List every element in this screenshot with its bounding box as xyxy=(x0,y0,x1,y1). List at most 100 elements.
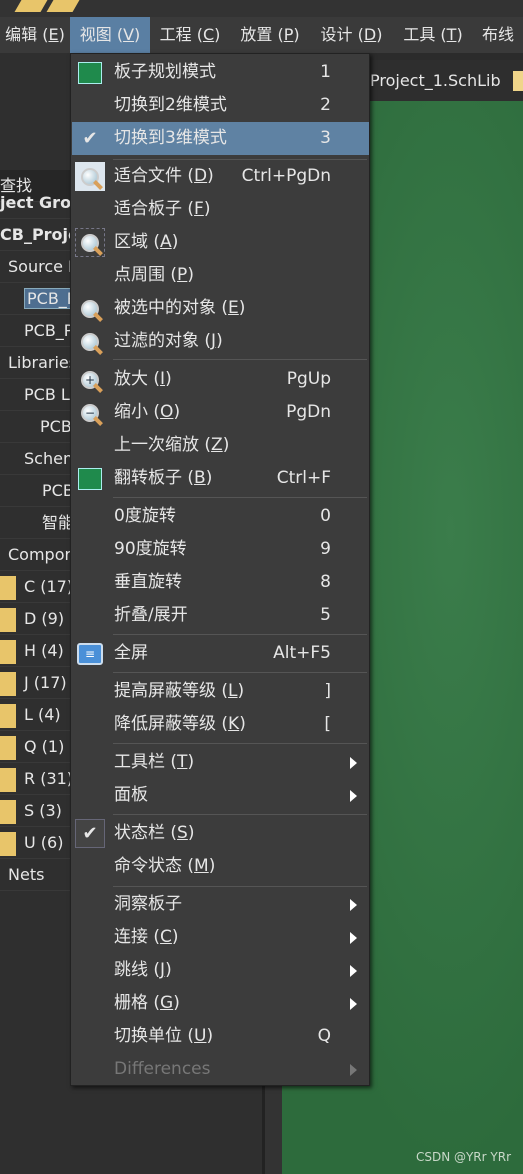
menu-item-text: 降低屏蔽等级 xyxy=(114,714,216,734)
menu-item-label: 适合文件 (D) xyxy=(114,166,214,186)
menu-item-22[interactable]: 状态栏 (S) ✔ xyxy=(72,817,369,850)
folder-icon[interactable] xyxy=(46,0,80,12)
mnemonic-key: P xyxy=(283,25,294,44)
menu-item-label: 90度旋转 xyxy=(114,533,187,566)
watermark: CSDN @YRr YRr xyxy=(415,1150,511,1164)
menu-separator xyxy=(113,886,367,887)
menu-2[interactable]: 工程 (C) xyxy=(150,17,230,53)
submenu-arrow-icon xyxy=(350,790,357,802)
menu-item-text: 洞察板子 xyxy=(114,894,182,914)
menu-item-text: 适合文件 xyxy=(114,166,182,186)
submenu-arrow-icon xyxy=(350,932,357,944)
menu-item-11[interactable]: 上一次缩放 (Z) xyxy=(72,429,369,462)
menu-label: 放置 xyxy=(240,25,273,44)
menu-0[interactable]: 编辑 (E) xyxy=(0,17,70,53)
menu-item-label: 全屏 xyxy=(114,637,148,670)
menu-label: 编辑 xyxy=(5,25,38,44)
shortcut: 8 xyxy=(320,572,331,592)
menu-item-29[interactable]: Differences xyxy=(72,1053,369,1086)
menu-item-label: 点周围 (P) xyxy=(114,265,194,285)
menu-item-18[interactable]: 提高屏蔽等级 (L)] xyxy=(72,675,369,708)
open-folder-icon[interactable] xyxy=(14,0,48,12)
menu-item-label: 切换到3维模式 xyxy=(114,122,227,155)
menu-item-label: 过滤的对象 (J) xyxy=(114,331,223,351)
submenu-arrow-icon xyxy=(350,1064,357,1076)
menu-6[interactable]: 布线 xyxy=(473,17,523,53)
menu-item-20[interactable]: 工具栏 (T) xyxy=(72,746,369,779)
menu-item-label: Differences xyxy=(114,1053,211,1086)
menu-item-15[interactable]: 垂直旋转 8 xyxy=(72,566,369,599)
menu-item-text: 板子规划模式 xyxy=(114,62,216,82)
shortcut: 3 xyxy=(320,128,331,148)
menu-4[interactable]: 设计 (D) xyxy=(310,17,393,53)
menu-item-text: 切换到3维模式 xyxy=(114,128,227,148)
menu-item-5[interactable]: 区域 (A) xyxy=(72,226,369,259)
menu-item-8[interactable]: 过滤的对象 (J) xyxy=(72,325,369,358)
mnemonic-key: S xyxy=(177,823,188,843)
menu-item-17[interactable]: 全屏 Alt+F5 ≡ xyxy=(72,637,369,670)
tree-item-label: S (3) xyxy=(24,801,62,820)
menu-item-2[interactable]: 切换到3维模式 3 ✔ xyxy=(72,122,369,155)
shortcut: 1 xyxy=(320,62,331,82)
menu-item-text: Differences xyxy=(114,1059,211,1079)
menu-item-28[interactable]: 切换单位 (U) Q xyxy=(72,1020,369,1053)
mnemonic-key: T xyxy=(446,25,457,44)
menu-item-text: 垂直旋转 xyxy=(114,572,182,592)
menu-item-label: 缩小 (O) xyxy=(114,402,181,422)
menu-item-label: 状态栏 (S) xyxy=(114,823,195,843)
menu-item-label: 降低屏蔽等级 (K) xyxy=(114,714,246,734)
menu-item-6[interactable]: 点周围 (P) xyxy=(72,259,369,292)
menu-item-13[interactable]: 0度旋转 0 xyxy=(72,500,369,533)
tree-item-label: H (4) xyxy=(24,641,64,660)
menu-separator xyxy=(113,359,367,360)
menu-item-25[interactable]: 连接 (C) xyxy=(72,921,369,954)
document-tabs: Project_1.SchLib xyxy=(369,60,523,101)
menu-1[interactable]: 视图 (V) xyxy=(70,17,150,53)
menu-item-9[interactable]: 放大 (I) PgUp + xyxy=(72,363,369,396)
menu-item-12[interactable]: 翻转板子 (B) Ctrl+F xyxy=(72,462,369,495)
menu-item-21[interactable]: 面板 xyxy=(72,779,369,812)
tab-schlib[interactable]: Project_1.SchLib xyxy=(370,71,501,90)
menu-item-label: 工具栏 (T) xyxy=(114,752,195,772)
menu-3[interactable]: 放置 (P) xyxy=(230,17,310,53)
zoom-filtered-icon xyxy=(75,327,105,356)
mnemonic-key: G xyxy=(160,993,174,1013)
menu-item-19[interactable]: 降低屏蔽等级 (K) [ xyxy=(72,708,369,741)
tree-item-label: C (17) xyxy=(24,577,74,596)
menu-item-23[interactable]: 命令状态 (M) xyxy=(72,850,369,883)
shortcut: 9 xyxy=(320,539,331,559)
menu-item-text: 连接 xyxy=(114,927,148,947)
menu-item-0[interactable]: 板子规划模式 1 xyxy=(72,56,369,89)
menu-5[interactable]: 工具 (T) xyxy=(393,17,473,53)
mnemonic-key: Z xyxy=(211,435,223,455)
menu-item-10[interactable]: 缩小 (O) PgDn − xyxy=(72,396,369,429)
menu-item-label: 折叠/展开 xyxy=(114,599,188,632)
menu-item-text: 翻转板子 xyxy=(114,468,182,488)
menu-item-26[interactable]: 跳线 (J) xyxy=(72,954,369,987)
menu-label: 布线 xyxy=(481,25,514,44)
menu-item-text: 缩小 xyxy=(114,402,148,422)
menu-item-1[interactable]: 切换到2维模式 2 xyxy=(72,89,369,122)
menu-item-label: 翻转板子 (B) xyxy=(114,468,213,488)
menu-item-3[interactable]: 适合文件 (D) Ctrl+PgDn xyxy=(72,160,369,193)
menu-item-text: 被选中的对象 xyxy=(114,298,216,318)
zoom-selected-icon xyxy=(75,294,105,323)
menu-item-label: 面板 xyxy=(114,779,148,812)
menu-item-7[interactable]: 被选中的对象 (E) xyxy=(72,292,369,325)
menu-item-27[interactable]: 栅格 (G) xyxy=(72,987,369,1020)
mnemonic-key: I xyxy=(160,369,166,389)
component-folder-icon xyxy=(0,607,16,632)
mnemonic-key: U xyxy=(194,1026,207,1046)
menu-item-4[interactable]: 适合板子 (F) xyxy=(72,193,369,226)
shortcut: 2 xyxy=(320,95,331,115)
checkmark-icon: ✔ xyxy=(75,819,105,848)
menu-item-14[interactable]: 90度旋转 9 xyxy=(72,533,369,566)
tree-item-label: Nets xyxy=(8,865,45,884)
menu-item-text: 适合板子 xyxy=(114,199,182,219)
menu-item-24[interactable]: 洞察板子 xyxy=(72,888,369,921)
menu-item-label: 提高屏蔽等级 (L) xyxy=(114,681,245,701)
mnemonic-key: T xyxy=(177,752,188,772)
mnemonic-key: K xyxy=(228,714,240,734)
folder-icon xyxy=(513,71,523,91)
menu-item-16[interactable]: 折叠/展开 5 xyxy=(72,599,369,632)
